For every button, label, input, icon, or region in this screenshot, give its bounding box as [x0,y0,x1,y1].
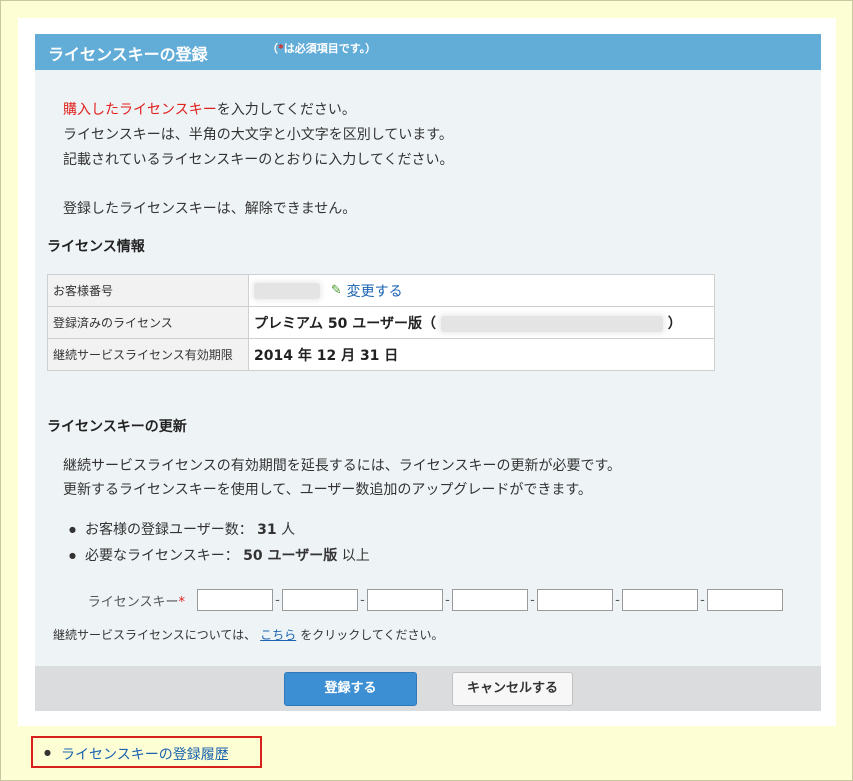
page-title: ライセンスキーの登録 [48,45,208,64]
license-key-panel: ライセンスキーの登録 （*は必須項目です。） 購入したライセンスキーを入力してく… [35,34,821,711]
renew-requirements: お客様の登録ユーザー数： 31 人 必要なライセンスキー： 50 ユーザー版 以… [69,517,370,569]
redacted-customer-number [254,282,320,299]
license-info-heading: ライセンス情報 [47,239,145,255]
table-row: 登録済みのライセンス プレミアム 50 ユーザー版（ ） [47,306,715,339]
license-key-field-5[interactable] [537,589,613,611]
redacted-license-detail [440,315,663,332]
intro-text: 購入したライセンスキーを入力してください。 ライセンスキーは、半角の大文字と小文… [63,102,454,217]
license-key-field-3[interactable] [367,589,443,611]
key-separator: - [700,592,705,608]
license-key-history-link[interactable]: ライセンスキーの登録履歴 [61,744,229,764]
license-info-table: お客様番号 ✎ 変更する 登録済みのライセンス プレミアム 50 ユーザー版（ … [47,274,715,371]
customer-number-value: ✎ 変更する [248,274,715,307]
renew-description: 継続サービスライセンスの有効期間を延長するには、ライセンスキーの更新が必要です。… [63,458,622,498]
button-bar: 登録する キャンセルする [35,666,821,711]
service-license-link[interactable]: こちら [260,628,296,642]
key-separator: - [530,592,535,608]
bullet-icon: ● [44,748,51,757]
key-separator: - [275,592,280,608]
key-separator: - [445,592,450,608]
registered-license-value: プレミアム 50 ユーザー版（ ） [248,306,715,339]
key-separator: - [615,592,620,608]
table-row: お客様番号 ✎ 変更する [47,274,715,307]
history-link-box: ● ライセンスキーの登録履歴 [31,736,262,768]
license-key-input-row: ライセンスキー* - - - - - - [75,588,783,612]
panel-header: ライセンスキーの登録 （*は必須項目です。） [35,34,821,70]
renew-heading: ライセンスキーの更新 [47,419,187,435]
list-item: お客様の登録ユーザー数： 31 人 [69,517,370,543]
register-button[interactable]: 登録する [284,672,417,706]
purchased-key-text: 購入したライセンスキー [63,102,217,118]
license-key-field-7[interactable] [707,589,783,611]
license-key-label: ライセンスキー* [87,594,186,610]
cancel-button[interactable]: キャンセルする [452,672,573,706]
expiry-value: 2014 年 12 月 31 日 [248,338,715,371]
key-separator: - [360,592,365,608]
required-star: * [178,594,186,610]
change-customer-number-link[interactable]: 変更する [347,284,403,300]
license-key-field-2[interactable] [282,589,358,611]
table-row: 継続サービスライセンス有効期限 2014 年 12 月 31 日 [47,338,715,371]
required-note: （*は必須項目です。） [267,42,377,55]
license-key-field-1[interactable] [197,589,273,611]
registered-license-label: 登録済みのライセンス [47,306,249,339]
customer-number-label: お客様番号 [47,274,249,307]
list-item: 必要なライセンスキー： 50 ユーザー版 以上 [69,543,370,569]
license-key-field-4[interactable] [452,589,528,611]
pencil-icon: ✎ [330,283,342,298]
license-key-field-6[interactable] [622,589,698,611]
service-license-note: 継続サービスライセンスについては、 こちら をクリックしてください。 [53,628,444,642]
expiry-label: 継続サービスライセンス有効期限 [47,338,249,371]
